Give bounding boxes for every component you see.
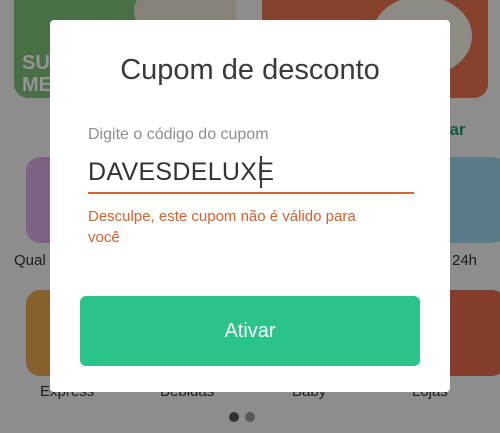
coupon-code-input[interactable] [88, 152, 412, 192]
text-caret [260, 156, 262, 188]
dialog-title: Cupom de desconto [120, 54, 380, 86]
coupon-error-message: Desculpe, este cupom não é válido para v… [88, 208, 356, 246]
coupon-field-label: Digite o código do cupom [88, 126, 269, 143]
activate-button[interactable]: Ativar [80, 296, 420, 366]
coupon-dialog: Cupom de desconto Digite o código do cup… [50, 20, 450, 392]
input-underline [88, 192, 414, 194]
